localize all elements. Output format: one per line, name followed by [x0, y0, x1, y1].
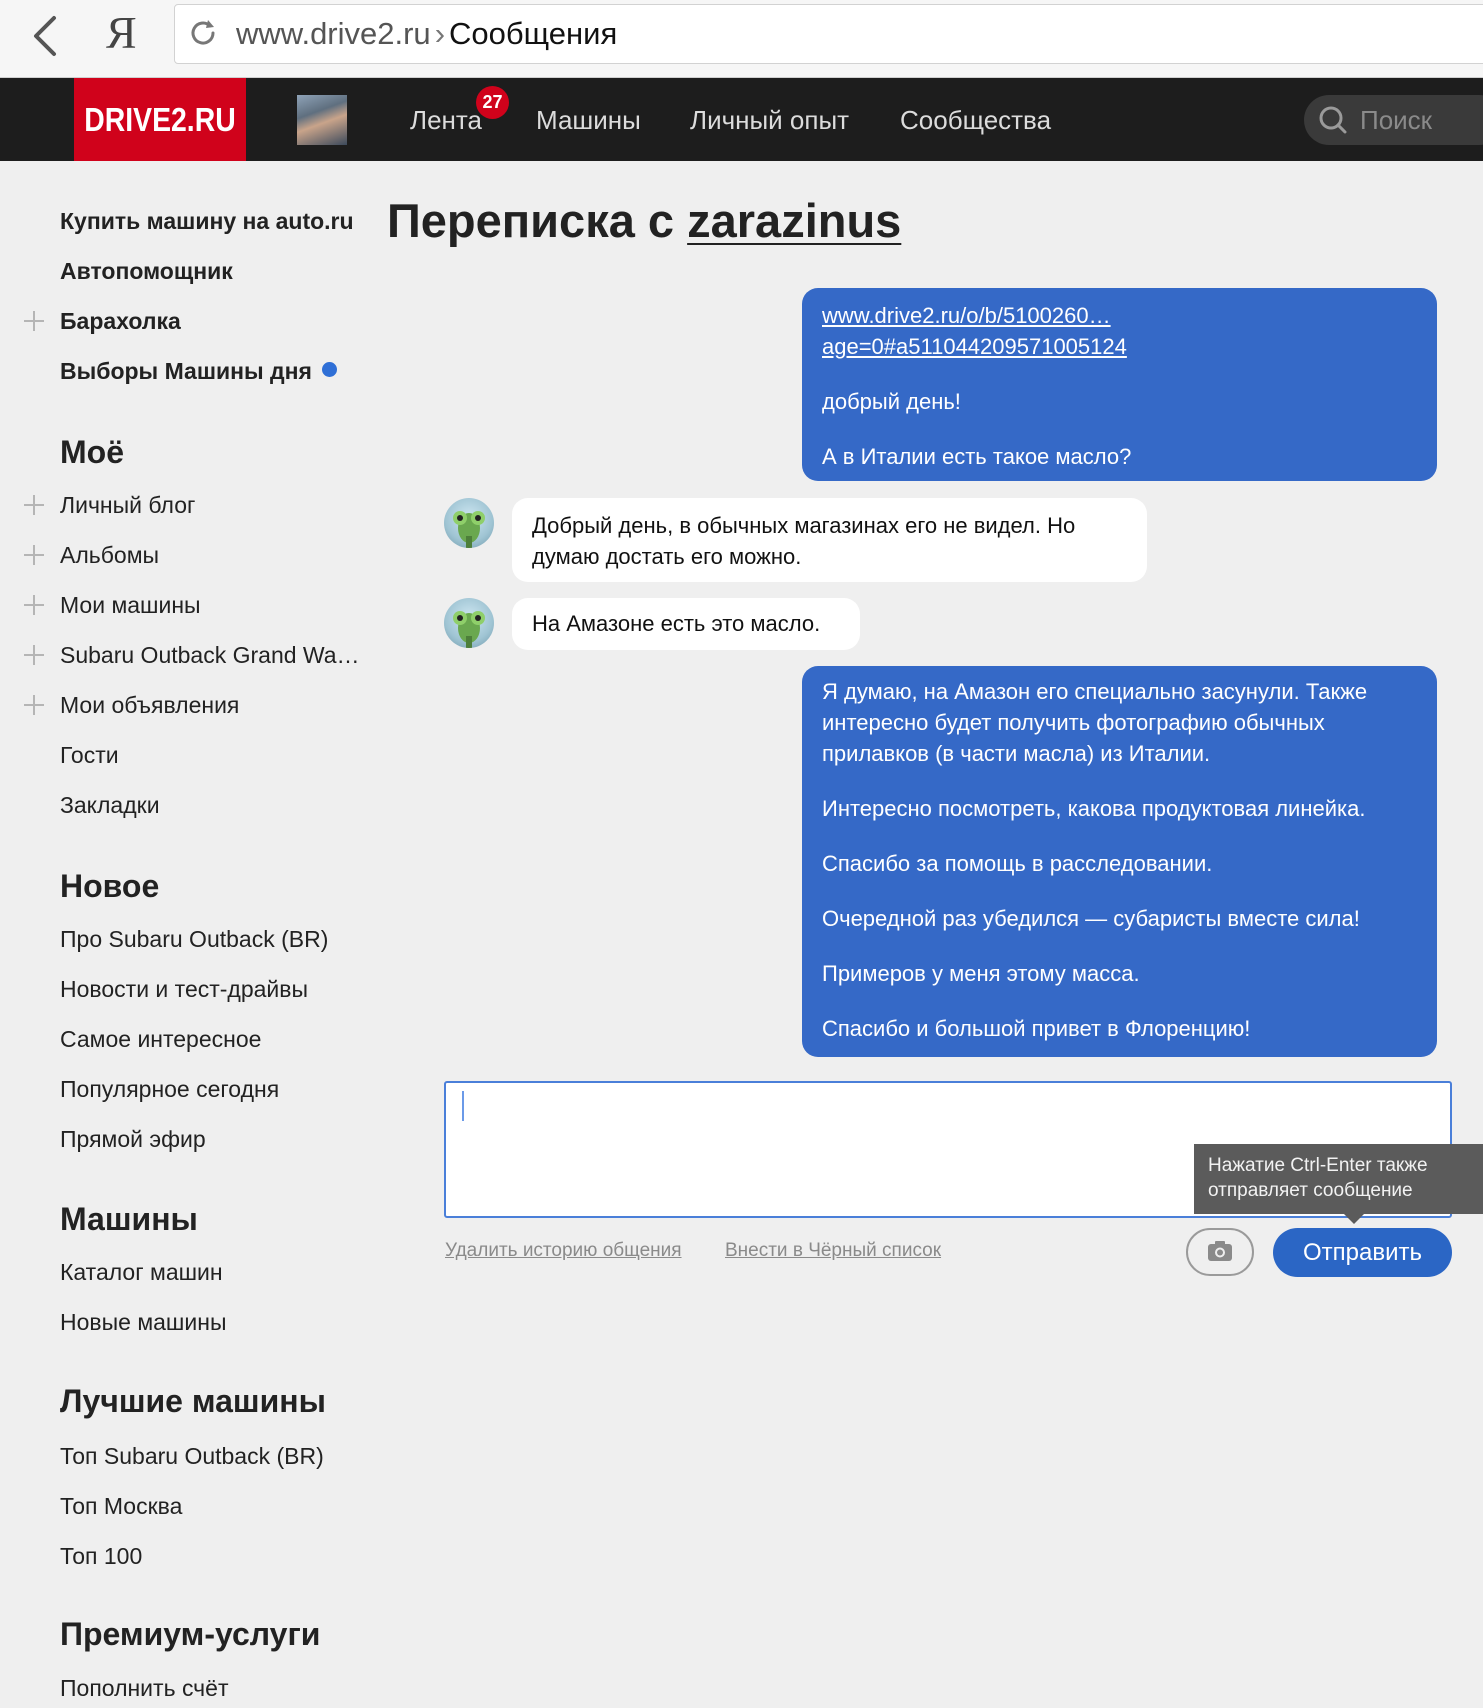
sidebar-link-car-of-day[interactable]: Выборы Машины дня [60, 358, 337, 385]
url-separator: › [434, 16, 446, 51]
page-title-prefix: Переписка с [387, 194, 675, 247]
send-hint-tooltip: Нажатие Ctrl-Enter также отправляет сооб… [1194, 1144, 1483, 1224]
sidebar-item-top-100[interactable]: Топ 100 [60, 1543, 142, 1570]
message-text: Интересно посмотреть, какова продуктовая… [822, 796, 1366, 821]
sidebar-item-popular[interactable]: Популярное сегодня [60, 1076, 279, 1103]
sidebar-item-bookmarks[interactable]: Закладки [60, 792, 160, 819]
sidebar-item-interesting[interactable]: Самое интересное [60, 1026, 261, 1053]
send-button[interactable]: Отправить [1273, 1228, 1452, 1277]
sidebar-item-subaru[interactable]: Subaru Outback Grand Wa… [60, 642, 360, 669]
sidebar-item-blog[interactable]: Личный блог [60, 492, 195, 519]
sidebar-link-baraholka[interactable]: Барахолка [60, 308, 181, 335]
site-header: DRIVE2.RU Лента 27 Машины Личный опыт Со… [0, 78, 1483, 161]
plus-icon[interactable] [24, 311, 44, 331]
message-text: добрый день! [822, 389, 961, 414]
sidebar-heading-best: Лучшие машины [60, 1383, 326, 1419]
nav-cars[interactable]: Машины [536, 105, 641, 136]
plus-icon[interactable] [24, 495, 44, 515]
message-incoming: На Амазоне есть это масло. [512, 598, 860, 650]
sidebar-item-catalog[interactable]: Каталог машин [60, 1259, 223, 1286]
nav-communities[interactable]: Сообщества [900, 105, 1051, 136]
message-link-line1: www.drive2.ru/o/b/5100260… [822, 303, 1111, 328]
sidebar-item-top-subaru[interactable]: Топ Subaru Outback (BR) [60, 1443, 324, 1470]
plus-icon[interactable] [24, 695, 44, 715]
sidebar-heading-cars: Машины [60, 1201, 198, 1237]
user-avatar[interactable] [297, 95, 347, 145]
message-text: Я думаю, на Амазон его специально засуну… [822, 679, 1368, 766]
url-domain: www.drive2.ru [236, 16, 431, 51]
message-link[interactable]: www.drive2.ru/o/b/5100260… age=0#a5110442… [822, 303, 1127, 359]
search-icon [1318, 105, 1348, 135]
message-outgoing: www.drive2.ru/o/b/5100260… age=0#a5110442… [802, 288, 1437, 481]
tooltip-line: Нажатие Ctrl-Enter также [1208, 1155, 1428, 1176]
sidebar-item-my-cars[interactable]: Мои машины [60, 592, 201, 619]
delete-history-link[interactable]: Удалить историю общения [445, 1240, 682, 1262]
chameleon-avatar[interactable] [444, 498, 494, 548]
sidebar-item-guests[interactable]: Гости [60, 742, 119, 769]
sidebar-item-live[interactable]: Прямой эфир [60, 1126, 206, 1153]
plus-icon[interactable] [24, 645, 44, 665]
message-text: Спасибо и большой привет в Флоренцию! [822, 1016, 1251, 1041]
sidebar-item-news[interactable]: Новости и тест-драйвы [60, 976, 308, 1003]
address-bar[interactable]: www.drive2.ru › Сообщения [174, 4, 1483, 64]
message-incoming: Добрый день, в обычных магазинах его не … [512, 498, 1147, 582]
search-placeholder: Поиск [1360, 105, 1433, 135]
yandex-button[interactable]: Я [106, 6, 137, 59]
site-logo[interactable]: DRIVE2.RU [74, 78, 246, 161]
plus-icon[interactable] [24, 595, 44, 615]
sidebar-heading-premium: Премиум-услуги [60, 1616, 321, 1652]
chameleon-avatar[interactable] [444, 598, 494, 648]
text-caret [462, 1091, 464, 1121]
message-text: А в Италии есть такое масло? [822, 444, 1132, 469]
message-text: Добрый день, в обычных магазинах его не … [532, 513, 1076, 569]
page-title: Переписка с zarazinus [387, 193, 901, 248]
sidebar-link-autohelper[interactable]: Автопомощник [60, 258, 233, 285]
sidebar-item-top-moscow[interactable]: Топ Москва [60, 1493, 182, 1520]
reload-icon[interactable] [187, 17, 219, 49]
plus-icon[interactable] [24, 545, 44, 565]
message-text: На Амазоне есть это масло. [532, 611, 821, 636]
browser-toolbar: Я www.drive2.ru › Сообщения [0, 0, 1483, 78]
page-title-user-link[interactable]: zarazinus [687, 194, 901, 247]
tooltip-line: отправляет сообщение [1208, 1180, 1413, 1201]
feed-badge: 27 [476, 86, 509, 119]
nav-feed[interactable]: Лента [410, 105, 482, 136]
sidebar-item-ads[interactable]: Мои объявления [60, 692, 239, 719]
sidebar-item-new-cars[interactable]: Новые машины [60, 1309, 226, 1336]
nav-experience[interactable]: Личный опыт [690, 105, 849, 136]
message-text: Примеров у меня этому масса. [822, 961, 1140, 986]
sidebar-item-top-up[interactable]: Пополнить счёт [60, 1675, 229, 1702]
camera-icon [1208, 1241, 1232, 1261]
back-arrow-icon[interactable] [26, 14, 66, 58]
sidebar-item-albums[interactable]: Альбомы [60, 542, 159, 569]
url-text: www.drive2.ru › Сообщения [236, 16, 617, 52]
sidebar-item-about-subaru[interactable]: Про Subaru Outback (BR) [60, 926, 328, 953]
blacklist-link[interactable]: Внести в Чёрный список [725, 1240, 941, 1262]
message-text: Очередной раз убедился — субаристы вмест… [822, 906, 1360, 931]
message-text: Спасибо за помощь в расследовании. [822, 851, 1213, 876]
attach-photo-button[interactable] [1186, 1228, 1254, 1276]
car-of-day-label: Выборы Машины дня [60, 358, 312, 384]
message-link-line2: age=0#a511044209571005124 [822, 334, 1127, 359]
sidebar-heading-new: Новое [60, 868, 160, 904]
search-box[interactable]: Поиск [1304, 95, 1483, 145]
message-outgoing: Я думаю, на Амазон его специально засуну… [802, 666, 1437, 1057]
sidebar-link-auto-ru[interactable]: Купить машину на auto.ru [60, 208, 354, 235]
url-page: Сообщения [449, 16, 618, 51]
sidebar-heading-my: Моё [60, 434, 124, 470]
new-indicator-dot [321, 362, 337, 377]
